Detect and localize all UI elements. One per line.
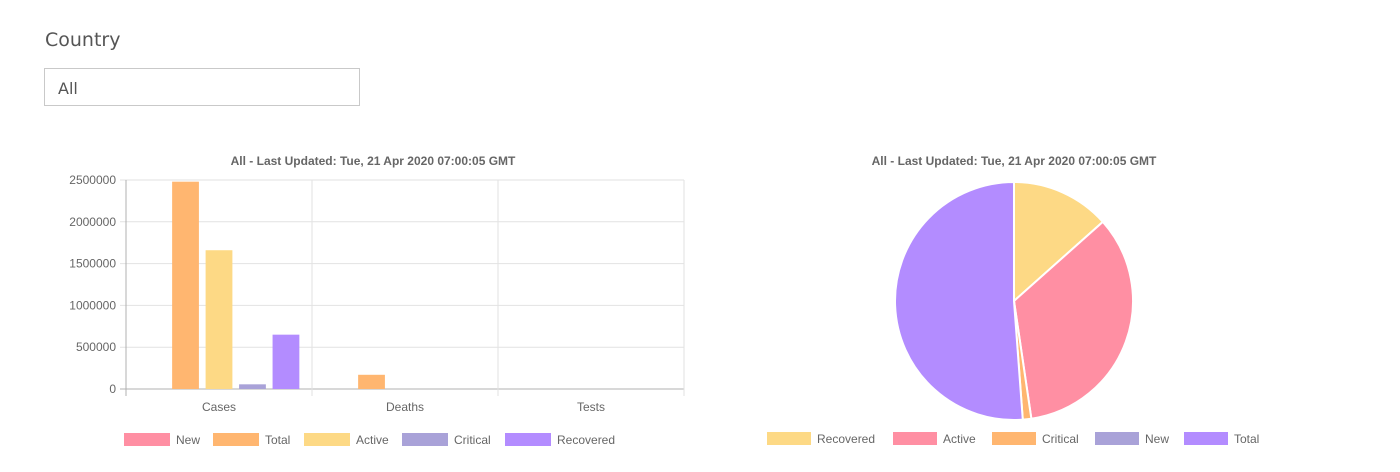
pie-slice-total <box>894 180 1024 421</box>
legend-label: Active <box>943 432 976 446</box>
dashboard-page: Country All All - Last Updated: Tue, 21 … <box>0 0 1400 472</box>
legend-item-critical[interactable]: Critical <box>992 432 1079 446</box>
legend-label: New <box>1145 432 1169 446</box>
pie-chart-legend[interactable]: Recovered Active Critical New Total <box>767 432 1259 446</box>
legend-item-total[interactable]: Total <box>1184 432 1259 446</box>
legend-label: Recovered <box>817 432 875 446</box>
pie-chart-slices <box>894 180 1134 421</box>
pie-chart: All - Last Updated: Tue, 21 Apr 2020 07:… <box>767 154 1259 446</box>
legend-item-new[interactable]: New <box>1095 432 1169 446</box>
pie-chart-title: All - Last Updated: Tue, 21 Apr 2020 07:… <box>872 154 1157 168</box>
legend-item-recovered[interactable]: Recovered <box>767 432 875 446</box>
legend-swatch <box>992 432 1036 445</box>
legend-swatch <box>893 432 937 445</box>
legend-item-active[interactable]: Active <box>893 432 976 446</box>
legend-label: Critical <box>1042 432 1079 446</box>
legend-swatch <box>1095 432 1139 445</box>
legend-label: Total <box>1234 432 1259 446</box>
legend-swatch <box>767 432 811 445</box>
legend-swatch <box>1184 432 1228 445</box>
